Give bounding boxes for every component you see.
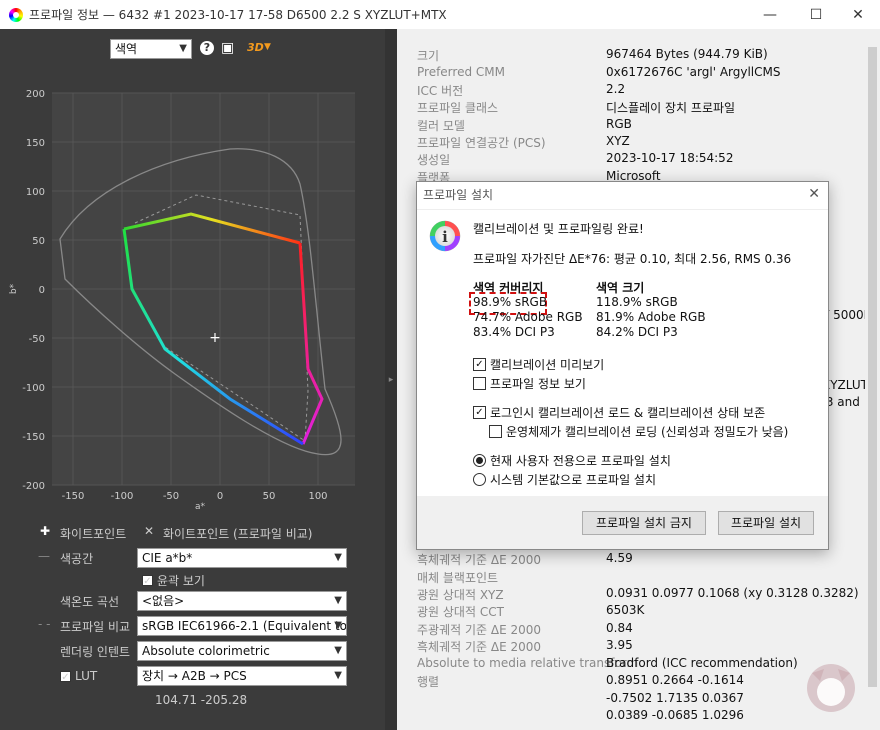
y-tick: 100 (26, 187, 45, 198)
y-tick: 50 (32, 236, 45, 247)
radio-selected-icon (473, 454, 486, 467)
compare-select[interactable]: sRGB IEC61966-2.1 (Equivalent to ww▼ (137, 616, 347, 636)
plus-icon: ✚ (40, 524, 51, 538)
app-icon (9, 7, 23, 22)
y-tick: -150 (22, 432, 45, 443)
cct-label: 색온도 곡선 (60, 595, 120, 609)
y-tick: 200 (26, 89, 45, 100)
maximize-button[interactable]: ☐ (794, 0, 838, 29)
colorspace-select[interactable]: CIE a*b* ▼ (137, 548, 347, 568)
dialog-footer: 프로파일 설치 금지 프로파일 설치 (417, 496, 828, 549)
colorspace-label: 색공간 (60, 552, 94, 566)
svg-text:i: i (442, 228, 448, 246)
x-axis-label: a* (195, 502, 206, 509)
y-axis-label: b* (9, 283, 19, 294)
checkbox-checked-icon: ✓ (473, 358, 486, 371)
size-value: 84.2% DCI P3 (596, 325, 678, 339)
x-tick: -150 (62, 491, 85, 502)
x-icon: ✕ (144, 524, 155, 538)
window-title: 프로파일 정보 — 6432 #1 2023-10-17 17-58 D6500… (29, 8, 447, 22)
cct-select[interactable]: <없음> ▼ (137, 591, 347, 611)
splitter[interactable]: ▸ (385, 29, 397, 730)
help-icon[interactable]: ? (200, 41, 214, 55)
y-tick: 150 (26, 138, 45, 149)
checkbox-checked-icon: ✓ (142, 575, 153, 587)
checkbox-icon (473, 377, 486, 390)
y-tick: -200 (22, 481, 45, 492)
intent-label: 렌더링 인텐트 (60, 645, 131, 659)
coverage-value: 74.7% Adobe RGB (473, 310, 583, 324)
legend-whitepoint: 화이트포인트 (60, 527, 127, 541)
coverage-value: 83.4% DCI P3 (473, 325, 555, 339)
install-user-radio[interactable]: 현재 사용자 전용으로 프로파일 설치 (473, 452, 671, 469)
x-tick: 0 (217, 491, 223, 502)
dialog-close-button[interactable]: ✕ (808, 186, 820, 202)
os-load-checkbox[interactable]: 운영체제가 캘리브레이션 로딩 (신뢰성과 정밀도가 낮음) (489, 423, 788, 440)
size-value: 81.9% Adobe RGB (596, 310, 706, 324)
install-profile-dialog: 프로파일 설치 ✕ i 캘리브레이션 및 프로파일링 완료! 프로파일 자가진단… (416, 181, 829, 550)
install-profile-button[interactable]: 프로파일 설치 (718, 511, 814, 535)
solid-line-icon: — (38, 549, 50, 563)
x-tick: -100 (111, 491, 134, 502)
gamut-plot: 200 150 100 50 0 -50 -100 -150 -200 -150… (9, 89, 355, 509)
radio-icon (473, 473, 486, 486)
size-header: 색역 크기 (596, 281, 645, 295)
y-tick: 0 (39, 285, 45, 296)
dialog-title: 프로파일 설치 (417, 182, 828, 210)
vertical-scrollbar[interactable] (865, 29, 880, 730)
image-icon[interactable]: ▣ (221, 40, 234, 56)
title-bar: 프로파일 정보 — 6432 #1 2023-10-17 17-58 D6500… (0, 0, 880, 30)
intent-select[interactable]: Absolute colorimetric ▼ (137, 641, 347, 661)
size-value: 118.9% sRGB (596, 295, 678, 309)
dont-install-button[interactable]: 프로파일 설치 금지 (582, 511, 706, 535)
install-system-radio[interactable]: 시스템 기본값으로 프로파일 설치 (473, 471, 656, 488)
dialog-heading: 캘리브레이션 및 프로파일링 완료! (473, 222, 644, 236)
scrollbar-thumb[interactable] (868, 47, 877, 687)
minimize-button[interactable]: — (748, 0, 792, 29)
x-tick: 50 (263, 491, 276, 502)
dashed-line-icon: - - (38, 617, 51, 631)
gamut-panel: 색역 ▼ ? ▣ 3D ▼ 200 150 100 50 0 -50 -100 -… (0, 29, 385, 730)
y-tick: -50 (29, 334, 45, 345)
cursor-coordinates: 104.71 -205.28 (155, 693, 248, 707)
x-tick: -50 (163, 491, 179, 502)
3d-view-button[interactable]: 3D (247, 41, 264, 54)
coverage-value: 98.9% sRGB (473, 295, 548, 309)
whitepoint-marker: + (209, 330, 221, 346)
chevron-down-icon[interactable]: ▼ (264, 42, 271, 52)
close-button[interactable]: ✕ (836, 0, 880, 29)
self-check-result: 프로파일 자가진단 ΔE*76: 평균 0.10, 최대 2.56, RMS 0… (473, 252, 792, 266)
legend-whitepoint-compare: 화이트포인트 (프로파일 비교) (163, 527, 313, 541)
lut-checkbox[interactable]: ✓ LUT (60, 669, 97, 683)
info-icon: i (429, 220, 461, 252)
login-load-checkbox[interactable]: ✓ 로그인시 캘리브레이션 로드 & 캘리브레이션 상태 보존 (473, 404, 765, 421)
checkbox-checked-icon: ✓ (60, 670, 71, 683)
checkbox-icon (489, 425, 502, 438)
lut-select[interactable]: 장치 → A2B → PCS ▼ (137, 666, 347, 686)
compare-label: 프로파일 비교 (60, 620, 131, 634)
x-tick: 100 (308, 491, 327, 502)
view-select[interactable]: 색역 ▼ (110, 39, 192, 59)
preview-calibration-checkbox[interactable]: ✓ 캘리브레이션 미리보기 (473, 356, 604, 373)
outline-checkbox[interactable]: ✓ 윤곽 보기 (142, 572, 205, 589)
watermark-avatar (807, 664, 855, 712)
checkbox-checked-icon: ✓ (473, 406, 486, 419)
show-profile-info-checkbox[interactable]: 프로파일 정보 보기 (473, 375, 586, 392)
y-tick: -100 (22, 383, 45, 394)
